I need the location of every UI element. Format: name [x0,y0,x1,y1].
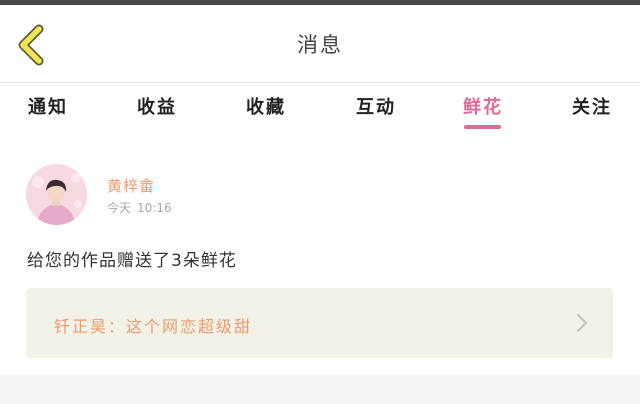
tab-bar: 通知 收益 收藏 互动 鲜花 关注 [0,83,640,135]
quoted-work-card[interactable]: 钎正昊：这个网恋超级甜 [26,288,613,358]
page-title: 消息 [297,33,343,57]
timestamp-date: 今天 [107,201,132,215]
sender-name[interactable]: 黄梓畬 [107,175,155,196]
tab-flowers[interactable]: 鲜花 [443,93,523,119]
chevron-right-icon [576,313,588,333]
avatar-image [26,164,87,225]
list-background [0,375,640,404]
timestamp: 今天 10:16 [107,199,172,216]
quoted-work-title: 钎正昊：这个网恋超级甜 [54,317,253,336]
tab-favorites[interactable]: 收藏 [226,93,306,119]
header: 消息 [0,5,640,83]
tab-notifications[interactable]: 通知 [8,93,88,119]
timestamp-time: 10:16 [137,201,172,215]
tab-interactions[interactable]: 互动 [336,93,416,119]
message-text: 给您的作品赠送了3朵鲜花 [27,251,237,271]
active-tab-indicator [464,125,501,129]
avatar[interactable] [26,164,87,225]
message-item: 黄梓畬 今天 10:16 给您的作品赠送了3朵鲜花 钎正昊：这个网恋超级甜 [0,135,640,373]
messages-screen: 消息 通知 收益 收藏 互动 鲜花 关注 黄梓畬 今天 10:16 给您的作品赠… [0,0,640,404]
tab-following[interactable]: 关注 [552,93,632,119]
tab-earnings[interactable]: 收益 [117,93,197,119]
